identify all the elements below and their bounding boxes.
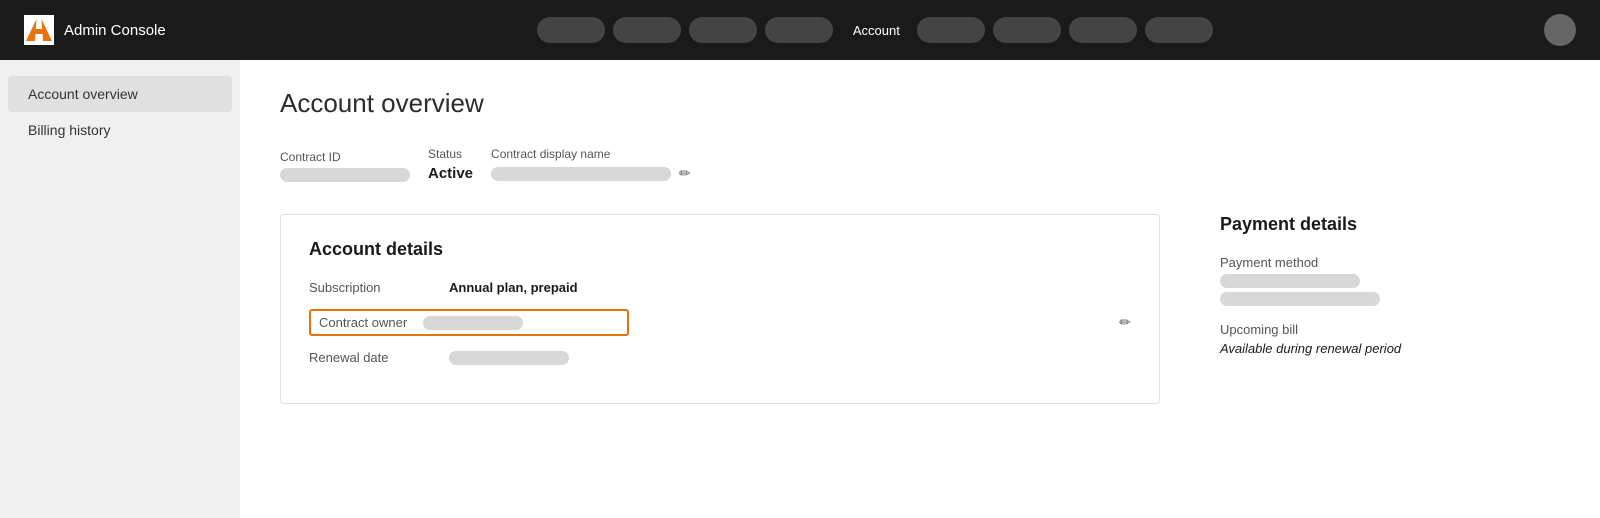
owner-label: Contract owner bbox=[319, 315, 407, 330]
contract-owner-row: Contract owner ✏ bbox=[309, 309, 1131, 336]
account-details-title: Account details bbox=[309, 239, 1131, 260]
account-details-card: Account details Subscription Annual plan… bbox=[280, 214, 1160, 404]
sidebar: Account overview Billing history bbox=[0, 60, 240, 518]
nav-pill-2[interactable] bbox=[613, 17, 681, 43]
display-name-label: Contract display name bbox=[491, 147, 691, 161]
status-value: Active bbox=[428, 165, 473, 182]
nav-pill-6[interactable] bbox=[917, 17, 985, 43]
subscription-value: Annual plan, prepaid bbox=[449, 280, 578, 295]
main-content: Account overview Contract ID Status Acti… bbox=[240, 60, 1600, 518]
upcoming-bill-value: Available during renewal period bbox=[1220, 341, 1560, 356]
contract-id-label: Contract ID bbox=[280, 150, 410, 164]
payment-method-row: Payment method bbox=[1220, 255, 1560, 306]
contract-row: Contract ID Status Active Contract displ… bbox=[280, 147, 1560, 182]
payment-method-value2 bbox=[1220, 292, 1380, 306]
owner-row-wrap: Contract owner ✏ bbox=[309, 309, 1131, 336]
upcoming-bill-label: Upcoming bill bbox=[1220, 322, 1560, 337]
display-name-value bbox=[491, 167, 671, 181]
nav-pill-4[interactable] bbox=[765, 17, 833, 43]
nav-pill-8[interactable] bbox=[1069, 17, 1137, 43]
nav-pill-7[interactable] bbox=[993, 17, 1061, 43]
display-name-field: Contract display name ✏ bbox=[491, 147, 691, 182]
renewal-date-row: Renewal date bbox=[309, 350, 1131, 365]
account-nav-label: Account bbox=[841, 17, 909, 43]
display-name-edit-icon[interactable]: ✏ bbox=[679, 165, 691, 182]
user-avatar[interactable] bbox=[1544, 14, 1576, 46]
subscription-row: Subscription Annual plan, prepaid bbox=[309, 280, 1131, 295]
sidebar-item-account-overview[interactable]: Account overview bbox=[8, 76, 232, 112]
display-name-row: ✏ bbox=[491, 165, 691, 182]
nav-pill-3[interactable] bbox=[689, 17, 757, 43]
main-layout: Account overview Billing history Account… bbox=[0, 60, 1600, 518]
payment-method-label: Payment method bbox=[1220, 255, 1560, 270]
admin-console-label: Admin Console bbox=[64, 22, 166, 39]
nav-pill-9[interactable] bbox=[1145, 17, 1213, 43]
upcoming-bill-row: Upcoming bill Available during renewal p… bbox=[1220, 322, 1560, 356]
sidebar-account-overview-label: Account overview bbox=[28, 86, 138, 102]
nav-pill-account[interactable]: Account bbox=[841, 17, 909, 43]
logo-area: Admin Console bbox=[24, 15, 166, 45]
page-title: Account overview bbox=[280, 88, 1560, 119]
sidebar-billing-history-label: Billing history bbox=[28, 122, 110, 138]
status-label: Status bbox=[428, 147, 473, 161]
nav-pill-1[interactable] bbox=[537, 17, 605, 43]
two-column-section: Account details Subscription Annual plan… bbox=[280, 214, 1560, 404]
top-navigation: Admin Console Account bbox=[0, 0, 1600, 60]
payment-details-title: Payment details bbox=[1220, 214, 1560, 235]
sidebar-item-billing-history[interactable]: Billing history bbox=[8, 112, 232, 148]
nav-right-area bbox=[1544, 14, 1576, 46]
contract-id-value bbox=[280, 168, 410, 182]
nav-pills-area: Account bbox=[206, 17, 1544, 43]
owner-edit-icon[interactable]: ✏ bbox=[1119, 314, 1131, 331]
status-field: Status Active bbox=[428, 147, 473, 182]
adobe-logo-icon bbox=[24, 15, 54, 45]
subscription-label: Subscription bbox=[309, 280, 449, 295]
contract-id-field: Contract ID bbox=[280, 150, 410, 182]
payment-details-card: Payment details Payment method Upcoming … bbox=[1200, 214, 1560, 404]
owner-value bbox=[423, 316, 523, 330]
renewal-value bbox=[449, 351, 569, 365]
renewal-label: Renewal date bbox=[309, 350, 449, 365]
payment-method-value bbox=[1220, 274, 1360, 288]
contract-owner-highlighted: Contract owner bbox=[309, 309, 629, 336]
